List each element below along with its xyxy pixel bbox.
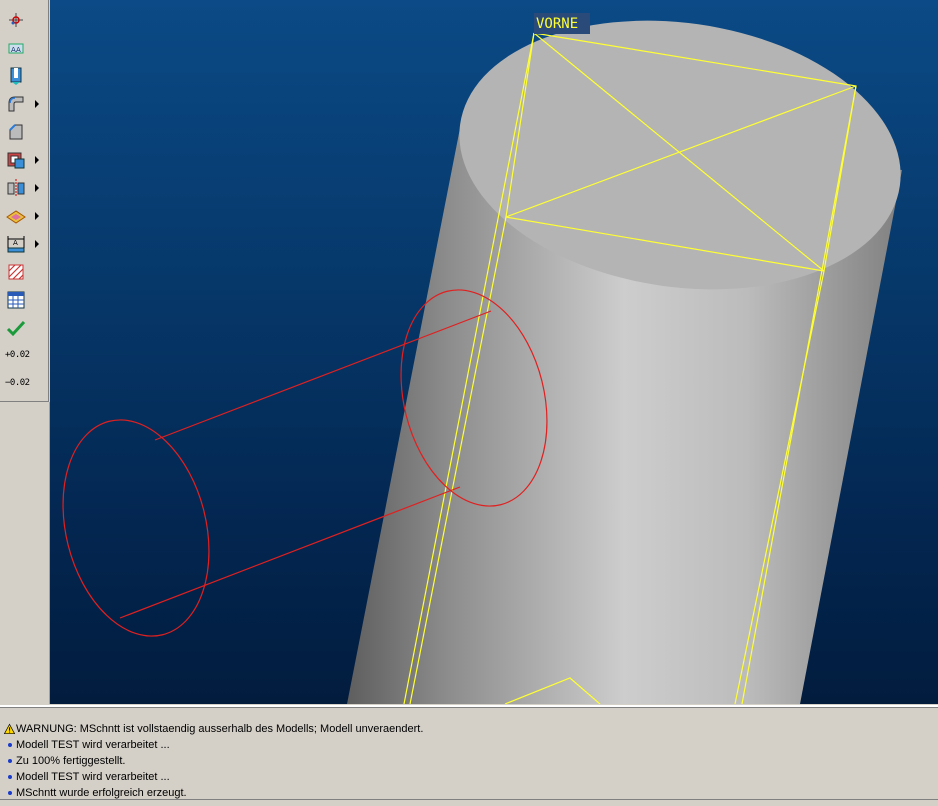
datum-plane-icon[interactable]: AA	[5, 37, 27, 59]
feature-toolbar: AA A +0.02 −0.02	[0, 0, 49, 402]
model-scene: VORNE	[62, 13, 902, 704]
shell-icon[interactable]	[5, 149, 27, 171]
info-bullet-icon	[4, 740, 15, 751]
table-icon[interactable]	[5, 289, 27, 311]
mirror-submenu-arrow-icon[interactable]	[35, 184, 39, 192]
dimension-icon[interactable]: A	[5, 233, 27, 255]
hole-icon[interactable]	[5, 65, 27, 87]
round-icon[interactable]	[5, 93, 27, 115]
datum-point-icon[interactable]	[5, 9, 27, 31]
message-text: MSchntt wurde erfolgreich erzeugt.	[16, 787, 187, 799]
toolbar-empty-area	[0, 402, 50, 704]
message-line: WARNUNG: MSchntt ist vollstaendig ausser…	[4, 721, 423, 737]
tolerance-plus-label[interactable]: +0.02	[5, 350, 30, 360]
message-text: Zu 100% fertiggestellt.	[16, 755, 126, 767]
warning-icon	[4, 723, 15, 735]
checkmark-icon[interactable]	[5, 317, 27, 339]
surface-submenu-arrow-icon[interactable]	[35, 212, 39, 220]
chamfer-icon[interactable]	[5, 121, 27, 143]
shell-submenu-arrow-icon[interactable]	[35, 156, 39, 164]
message-area-divider	[0, 707, 938, 708]
mirror-icon[interactable]	[5, 177, 27, 199]
graphics-viewport[interactable]: VORNE	[50, 0, 938, 704]
surface-icon[interactable]	[5, 205, 27, 227]
message-text: Modell TEST wird verarbeitet ...	[16, 739, 170, 751]
message-line: Modell TEST wird verarbeitet ...	[4, 769, 170, 785]
message-line: Modell TEST wird verarbeitet ...	[4, 737, 170, 753]
svg-text:AA: AA	[11, 46, 21, 54]
view-orientation-label: VORNE	[536, 16, 578, 32]
message-line: Zu 100% fertiggestellt.	[4, 753, 125, 769]
info-bullet-icon	[4, 788, 15, 799]
info-bullet-icon	[4, 756, 15, 767]
svg-text:A: A	[13, 239, 18, 247]
message-area: WARNUNG: MSchntt ist vollstaendig ausser…	[0, 705, 938, 805]
message-text: WARNUNG: MSchntt ist vollstaendig ausser…	[16, 723, 424, 735]
cross-section-hatch-icon[interactable]	[5, 261, 27, 283]
message-text: Modell TEST wird verarbeitet ...	[16, 771, 170, 783]
info-bullet-icon	[4, 772, 15, 783]
tolerance-minus-label[interactable]: −0.02	[5, 378, 30, 388]
dimension-submenu-arrow-icon[interactable]	[35, 240, 39, 248]
round-submenu-arrow-icon[interactable]	[35, 100, 39, 108]
